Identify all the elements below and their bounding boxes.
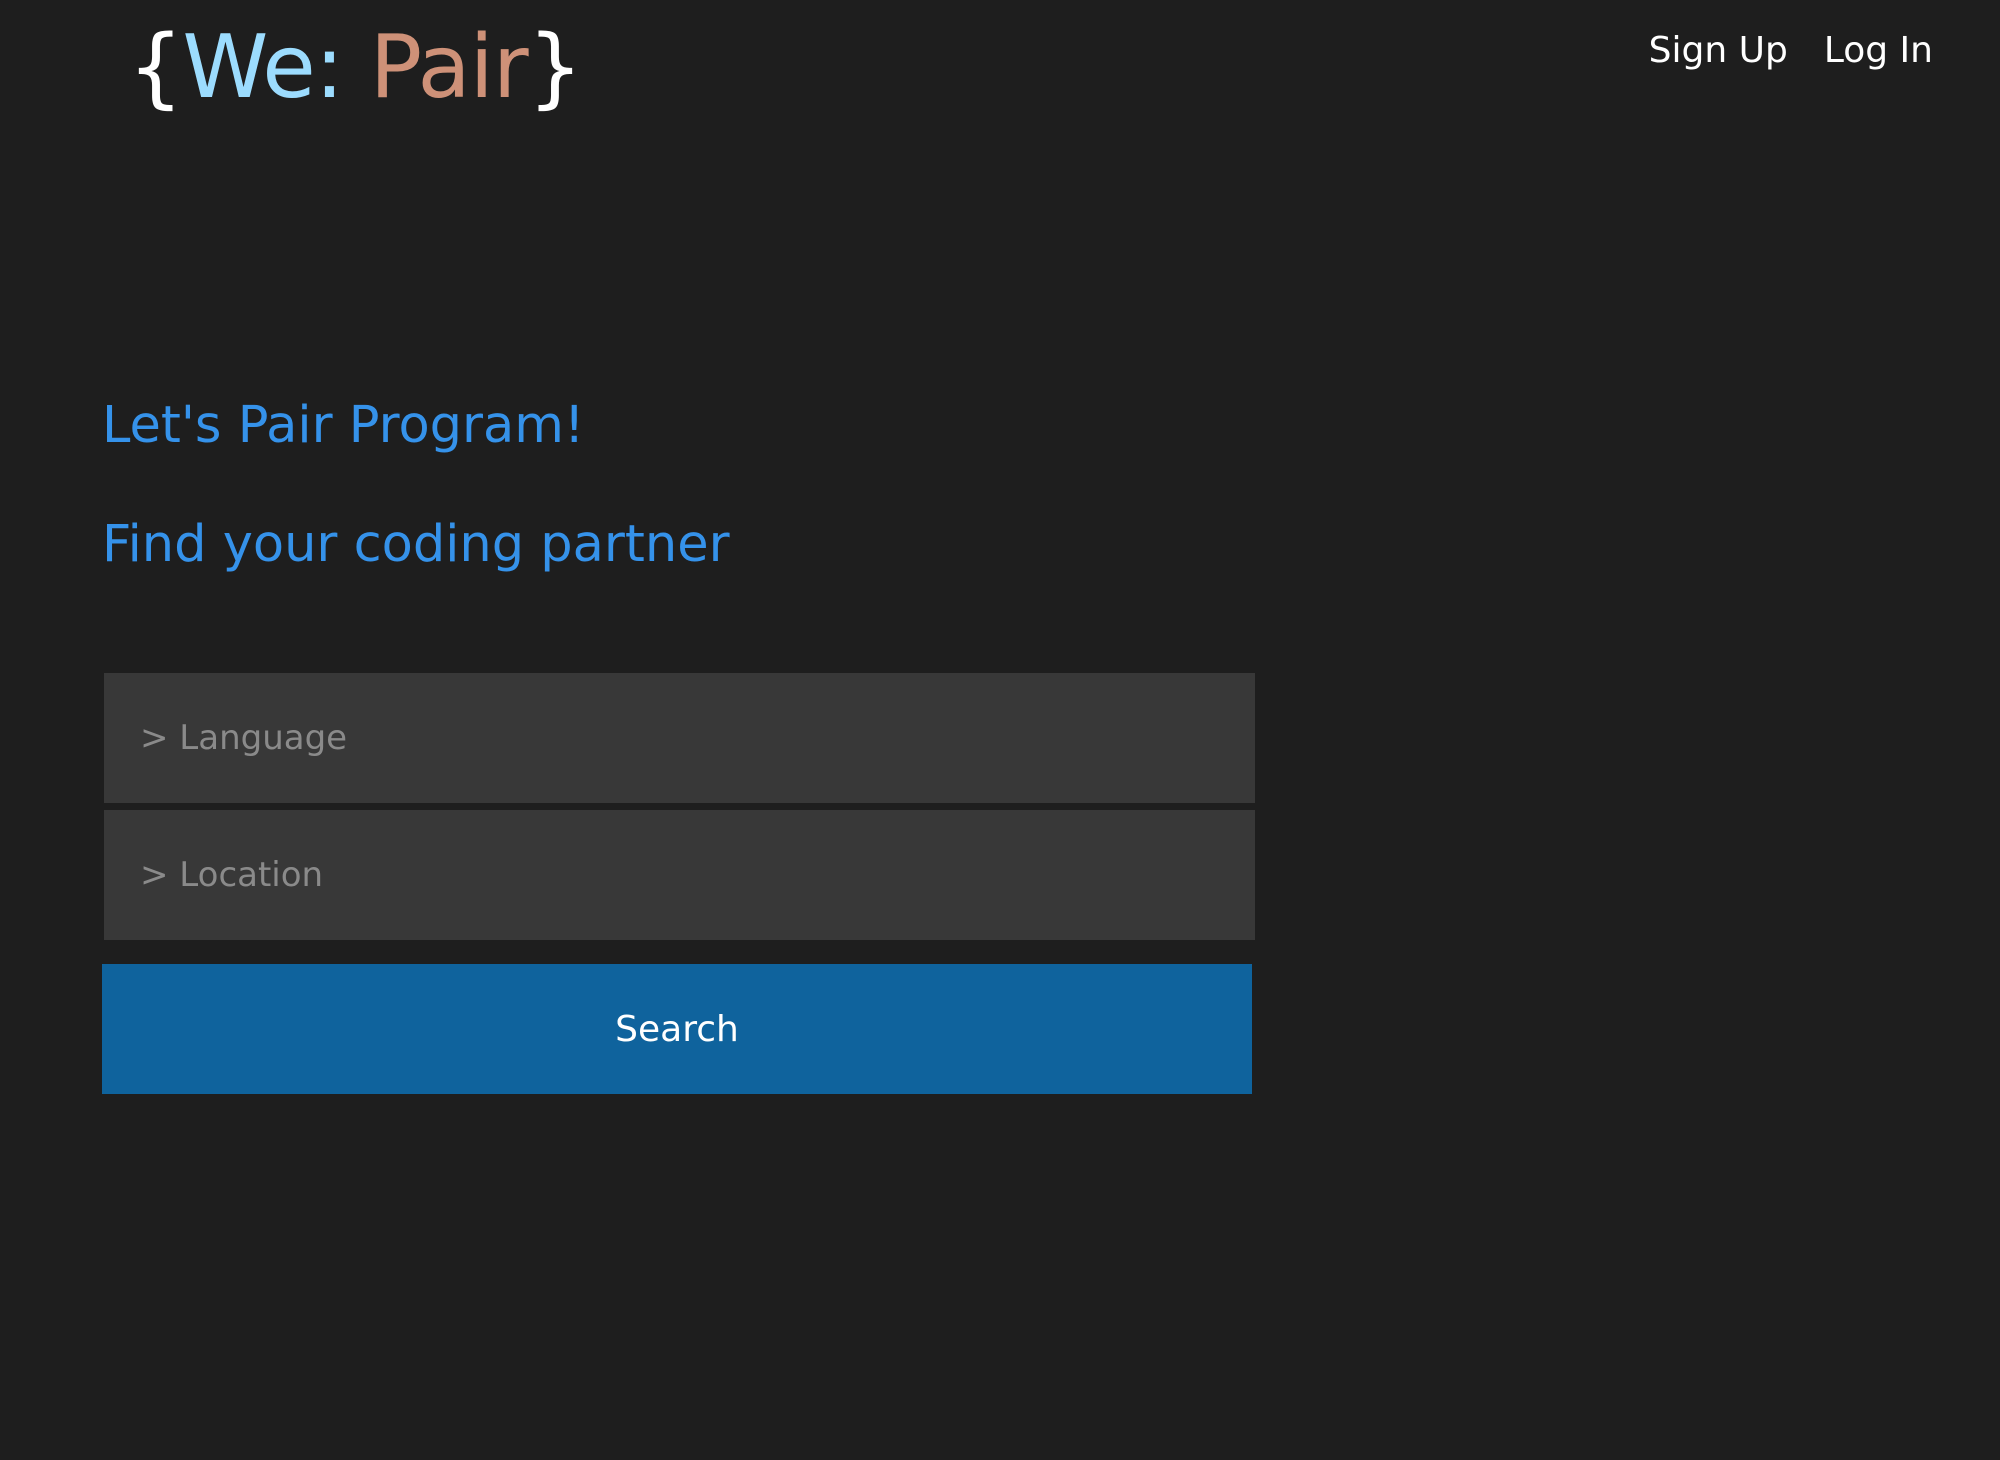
search-button[interactable]: Search <box>102 964 1252 1094</box>
top-nav: Sign Up Log In <box>1649 30 1933 72</box>
hero-subtitle: Find your coding partner <box>102 515 730 574</box>
hero-title: Let's Pair Program! <box>102 396 585 455</box>
logo-pair-text: Pair <box>369 16 529 118</box>
we-pair-logo[interactable]: {We: Pair} <box>128 12 583 122</box>
logo-we-text: We: <box>182 16 344 118</box>
language-input[interactable] <box>104 673 1255 803</box>
logo-open-brace: { <box>128 16 183 118</box>
logo-close-brace: } <box>527 16 583 118</box>
location-input[interactable] <box>104 810 1255 940</box>
log-in-link[interactable]: Log In <box>1824 30 1933 72</box>
sign-up-link[interactable]: Sign Up <box>1649 30 1788 72</box>
